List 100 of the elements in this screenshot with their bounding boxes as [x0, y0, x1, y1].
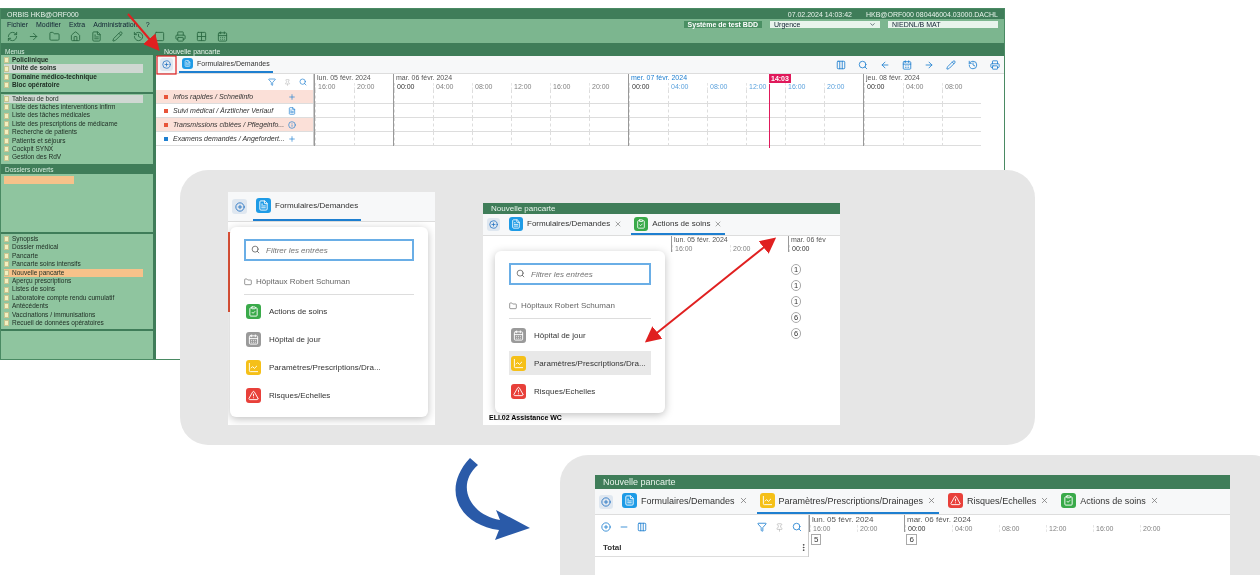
grid-cell	[942, 90, 981, 104]
highlight-frame	[156, 55, 177, 75]
close-icon[interactable]	[1149, 496, 1159, 505]
toolbar-icon[interactable]	[28, 30, 39, 42]
grid-cell	[315, 104, 354, 118]
menu-item[interactable]: Paramètres/Prescriptions/Dra...	[244, 355, 414, 379]
menu-item[interactable]: Hôpital de jour	[244, 327, 414, 351]
search-icon	[251, 245, 260, 254]
add-tab-button[interactable]	[599, 494, 613, 509]
filter-icon[interactable]	[268, 78, 276, 86]
grid-cell	[550, 132, 589, 146]
toolbar-icon[interactable]	[924, 59, 934, 70]
grid-cell	[511, 118, 550, 132]
close-icon[interactable]	[738, 496, 748, 505]
filter-icon[interactable]	[757, 522, 767, 532]
grid-cell	[707, 118, 746, 132]
grid-cell	[903, 118, 942, 132]
toolbar-icon[interactable]	[133, 30, 144, 42]
grid-cell	[394, 104, 433, 118]
group-heading: Hôpitaux Robert Schuman	[256, 277, 350, 286]
tab[interactable]: Actions de soins	[1058, 489, 1162, 514]
value-label: 5	[811, 534, 822, 545]
toolbar-icon[interactable]	[990, 59, 1000, 70]
grid-cell	[785, 118, 824, 132]
columns-icon[interactable]	[637, 522, 647, 532]
toolbar-icon[interactable]	[968, 59, 978, 70]
tab[interactable]: Risques/Echelles	[945, 489, 1053, 514]
grid-cell	[550, 90, 589, 104]
filter-field[interactable]: Filtrer les entrées	[509, 263, 651, 285]
grid-cell	[589, 132, 628, 146]
close-icon[interactable]	[1040, 496, 1050, 505]
grid-cell	[707, 132, 746, 146]
grid-cell	[354, 132, 393, 146]
toolbar-icon[interactable]	[7, 30, 18, 42]
grid-cell	[589, 104, 628, 118]
panel-header: Nouvelle pancarte	[483, 203, 840, 214]
grid-cell	[824, 118, 863, 132]
tab[interactable]: Formulaires/Demandes	[506, 214, 626, 235]
grid-cell	[550, 118, 589, 132]
toolbar-icon[interactable]	[112, 30, 123, 42]
grid-cell	[864, 90, 903, 104]
close-icon[interactable]	[614, 219, 623, 228]
panel-header: Nouvelle pancarte	[595, 475, 1230, 489]
grid-cell	[511, 132, 550, 146]
menu-item[interactable]: Actions de soins	[244, 299, 414, 323]
grid-cell	[394, 132, 433, 146]
toolbar-icon[interactable]	[880, 59, 890, 70]
toolbar-icon[interactable]	[858, 59, 868, 70]
grid-cell	[629, 132, 668, 146]
toolbar-icon[interactable]	[49, 30, 60, 42]
document-icon[interactable]	[288, 106, 296, 115]
add-tab-button[interactable]	[232, 199, 247, 214]
close-icon[interactable]	[927, 496, 937, 505]
tab-label: Actions de soins	[652, 219, 711, 228]
menu-item[interactable]: Paramètres/Prescriptions/Dra...	[509, 351, 651, 375]
expand-icon[interactable]	[601, 522, 611, 532]
tab[interactable]: Actions de soins	[631, 214, 726, 235]
toolbar-icon[interactable]	[70, 30, 81, 42]
grid-cell	[785, 132, 824, 146]
tab-label: Risques/Echelles	[967, 495, 1037, 506]
grid-cell	[354, 118, 393, 132]
add-tab-button[interactable]	[160, 58, 173, 71]
more-icon[interactable]	[799, 543, 808, 552]
grid-cell	[354, 104, 393, 118]
toolbar-icon[interactable]	[217, 30, 228, 42]
tab-label: Paramètres/Prescriptions/Drainages	[778, 495, 924, 506]
plus-icon[interactable]	[288, 134, 296, 143]
tab[interactable]: Formulaires/Demandes	[619, 489, 751, 514]
grid-cell	[668, 90, 707, 104]
grid-cell	[433, 90, 472, 104]
menu-item[interactable]: Risques/Echelles	[244, 383, 414, 407]
menu-item[interactable]: Hôpital de jour	[509, 323, 651, 347]
toolbar-icon[interactable]	[154, 30, 165, 42]
search-icon[interactable]	[299, 78, 307, 86]
pin-icon[interactable]	[775, 522, 784, 532]
plus-icon[interactable]	[288, 92, 296, 101]
grid-cell	[550, 104, 589, 118]
info-icon[interactable]	[288, 120, 296, 129]
add-tab-button[interactable]	[487, 218, 500, 231]
value-label: 6	[906, 534, 917, 545]
toolbar-icon[interactable]	[91, 30, 102, 42]
tab[interactable]: Paramètres/Prescriptions/Drainages	[756, 489, 940, 514]
search-icon	[516, 269, 525, 278]
grid-cell	[394, 90, 433, 104]
toolbar-icon[interactable]	[196, 30, 207, 42]
grid-cell	[668, 104, 707, 118]
filter-field[interactable]: Filtrer les entrées	[244, 239, 414, 261]
toolbar-icon[interactable]	[902, 59, 912, 70]
chevron-down-icon	[869, 20, 876, 28]
grid-cell	[511, 90, 550, 104]
pin-icon[interactable]	[284, 78, 291, 86]
close-icon[interactable]	[714, 219, 723, 228]
grid-cell	[315, 132, 354, 146]
toolbar-icon[interactable]	[175, 30, 186, 42]
grid-cell	[864, 132, 903, 146]
toolbar-icon[interactable]	[946, 59, 956, 70]
grid-cell	[707, 90, 746, 104]
menu-item[interactable]: Risques/Echelles	[509, 379, 651, 403]
toolbar-icon[interactable]	[836, 59, 846, 70]
search-icon[interactable]	[792, 522, 802, 532]
